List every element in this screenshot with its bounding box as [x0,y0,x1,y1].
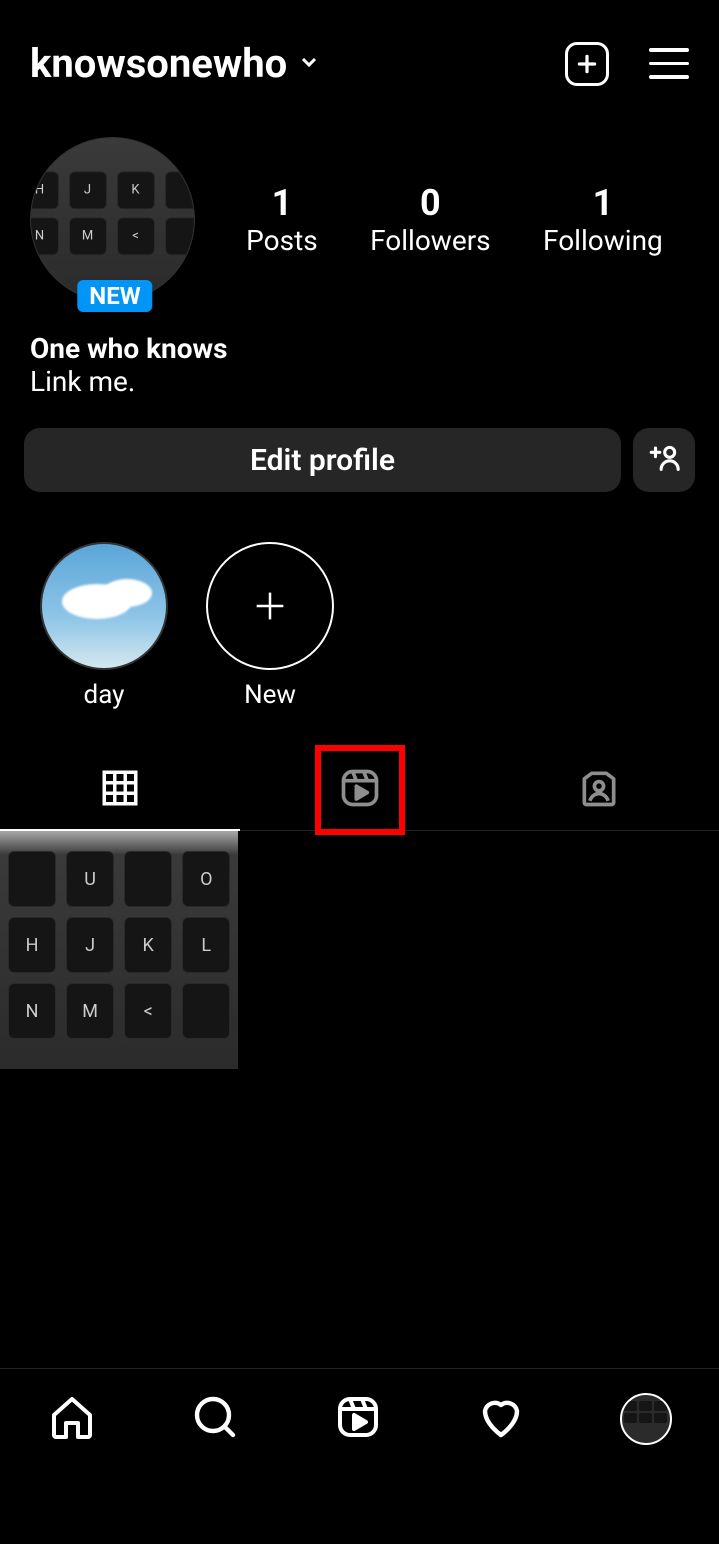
search-icon [191,1393,239,1445]
grid-icon [99,767,141,813]
bottom-nav [0,1368,719,1544]
home-icon [48,1393,96,1445]
profile-header: knowsonewho [0,0,719,107]
avatar-container[interactable]: HJK NM< NEW [30,137,200,302]
posts-grid: UO HJKL NM< [0,831,719,1069]
nav-profile[interactable] [620,1393,672,1445]
followers-label: Followers [370,224,491,257]
highlight-new-thumb [206,542,334,670]
edit-profile-label: Edit profile [250,443,395,478]
reels-icon [338,766,382,814]
display-name: One who knows [30,332,689,365]
highlight-new[interactable]: New [206,542,334,710]
heart-icon [477,1393,525,1445]
chevron-down-icon [297,50,321,78]
nav-avatar-image [620,1393,672,1445]
tab-reels[interactable] [240,750,480,830]
create-button[interactable] [565,42,609,86]
posts-count: 1 [246,182,318,224]
following-label: Following [543,224,663,257]
stat-posts[interactable]: 1 Posts [246,182,318,257]
highlight-day-thumb [40,542,168,670]
nav-reels[interactable] [334,1393,382,1445]
add-person-icon [647,441,681,479]
profile-row: HJK NM< NEW 1 Posts 0 Followers 1 Follow… [0,107,719,312]
username-text: knowsonewho [30,40,287,87]
bio-section: One who knows Link me. [0,312,719,408]
username-switcher[interactable]: knowsonewho [30,40,321,87]
edit-profile-button[interactable]: Edit profile [24,428,621,492]
post-thumbnail[interactable]: UO HJKL NM< [0,831,238,1069]
posts-label: Posts [246,224,318,257]
stats-row: 1 Posts 0 Followers 1 Following [200,182,689,257]
discover-people-button[interactable] [633,428,695,492]
highlight-day-label: day [84,680,125,710]
profile-actions: Edit profile [0,408,719,512]
avatar-image: HJK NM< [30,137,195,302]
tab-tagged[interactable] [479,750,719,830]
nav-home[interactable] [48,1393,96,1445]
reels-nav-icon [334,1393,382,1445]
new-badge: NEW [77,280,152,312]
following-count: 1 [543,182,663,224]
highlight-new-label: New [244,680,296,710]
profile-tabs [0,750,719,831]
stat-followers[interactable]: 0 Followers [370,182,491,257]
bio-text: Link me. [30,365,689,398]
menu-button[interactable] [649,48,689,79]
tagged-icon [577,766,621,814]
tab-grid[interactable] [0,750,240,830]
nav-activity[interactable] [477,1393,525,1445]
highlight-day[interactable]: day [40,542,168,710]
highlights-row: day New [0,512,719,730]
nav-search[interactable] [191,1393,239,1445]
header-actions [565,42,689,86]
stat-following[interactable]: 1 Following [543,182,663,257]
followers-count: 0 [370,182,491,224]
